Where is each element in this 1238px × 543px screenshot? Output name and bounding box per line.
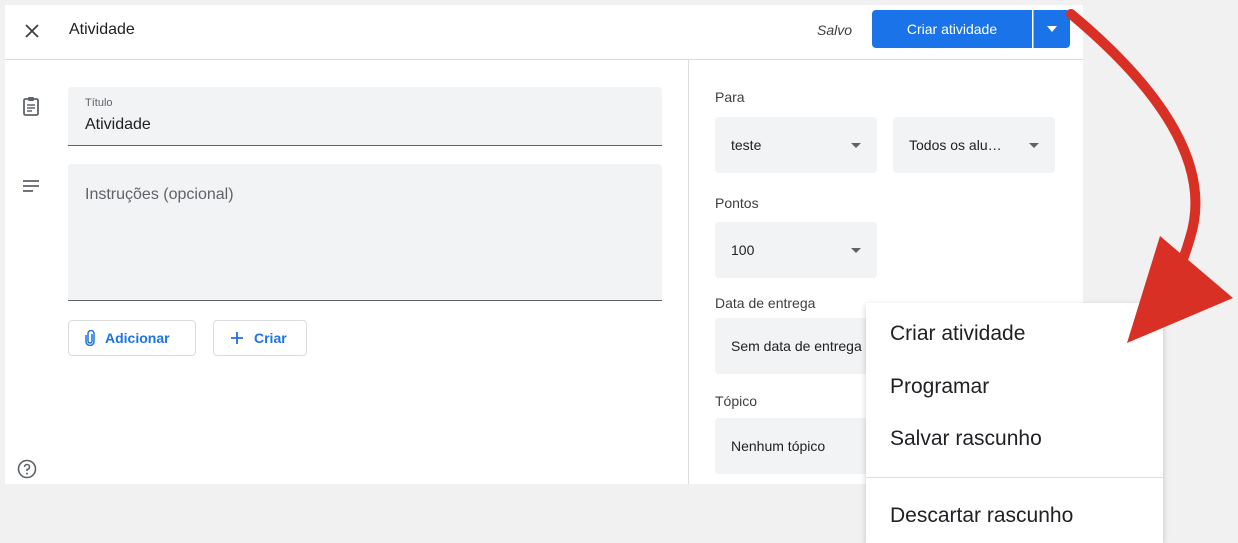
annotation-arrow-icon	[1066, 9, 1233, 343]
